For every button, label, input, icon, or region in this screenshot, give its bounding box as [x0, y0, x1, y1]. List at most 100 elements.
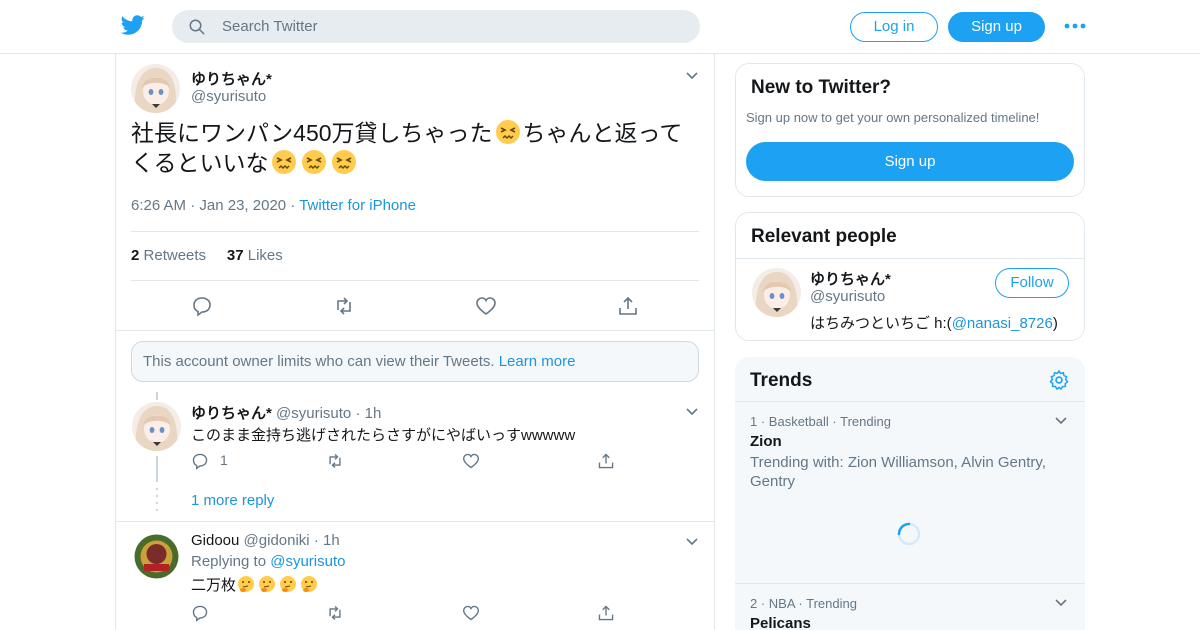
chevron-down-icon[interactable] [684, 68, 700, 84]
trends-card: Trends 1 · Basketball · Trending Zion Tr… [735, 357, 1085, 630]
tweet-text: 社長にワンパン450万貸しちゃった ちゃんと返ってくるといいな [131, 118, 701, 178]
reply-time[interactable]: 1h [365, 405, 382, 422]
twitter-bird-icon[interactable] [120, 13, 146, 37]
avatar[interactable] [132, 402, 181, 451]
persevering-face-emoji-icon [301, 150, 326, 174]
trend-name[interactable]: Pelicans [750, 615, 811, 630]
divider [131, 231, 699, 232]
persevering-face-emoji-icon [271, 150, 296, 174]
follow-button[interactable]: Follow [995, 268, 1069, 298]
divider [736, 258, 1084, 259]
meta-separator: · [313, 532, 319, 549]
bio-mention-link[interactable]: @nanasi_8726 [952, 315, 1053, 332]
replying-to-handle[interactable]: @syurisuto [270, 553, 345, 570]
trend-meta: 1 · Basketball · Trending [750, 414, 891, 429]
chevron-down-icon[interactable] [684, 534, 700, 550]
retweet-icon[interactable] [326, 452, 344, 470]
main-timeline: ゆりちゃん* @syurisuto 社長にワンパン450万貸しちゃった ちゃんと返… [115, 54, 715, 630]
avatar[interactable] [131, 64, 180, 113]
meta-separator: · [355, 405, 361, 422]
tweet-meta: 6:26 AM · Jan 23, 2020 · Twitter for iPh… [131, 197, 416, 214]
reply-icon[interactable] [191, 295, 213, 317]
person-name[interactable]: ゆりちゃん* [810, 271, 891, 288]
laurel-crest-avatar-icon [132, 532, 181, 581]
sign-up-button[interactable]: Sign up [948, 12, 1045, 42]
search-box[interactable] [172, 10, 700, 43]
reply-actions [116, 604, 714, 626]
top-bar: Log in Sign up [0, 0, 1200, 54]
thread-dots [155, 487, 159, 512]
trend-meta: 2 · NBA · Trending [750, 596, 857, 611]
person-handle[interactable]: @syurisuto [810, 288, 885, 305]
anime-girl-avatar-icon [131, 64, 180, 113]
author-name[interactable]: ゆりちゃん* [191, 71, 272, 88]
replying-to-label: Replying to [191, 553, 267, 570]
tweet-actions [116, 295, 714, 317]
reply-author-name[interactable]: ゆりちゃん* [191, 405, 272, 422]
divider [735, 401, 1085, 402]
reply-author-handle[interactable]: @syurisuto [276, 405, 351, 422]
reply-count: 1 [220, 452, 228, 468]
avatar[interactable] [752, 268, 801, 317]
trend-trending-with: Trending with: Zion Williamson, Alvin Ge… [750, 454, 1046, 490]
more-dots-icon[interactable] [1063, 16, 1087, 36]
tweet-text-part1: 社長にワンパン450万貸しちゃった [131, 120, 493, 146]
reply-author-handle[interactable]: @gidoniki [244, 532, 310, 549]
divider [116, 521, 714, 522]
chevron-down-icon[interactable] [684, 404, 700, 420]
reply-time[interactable]: 1h [323, 532, 340, 549]
like-icon[interactable] [462, 604, 480, 622]
thinking-face-emoji-icon [280, 576, 297, 592]
tweet-time[interactable]: 6:26 AM [131, 197, 186, 214]
divider [116, 330, 714, 331]
reply-icon[interactable] [191, 452, 209, 470]
share-icon[interactable] [597, 604, 615, 622]
card-subtitle: Sign up now to get your own personalized… [746, 110, 1040, 125]
card-title: Relevant people [751, 226, 897, 247]
thinking-face-emoji-icon [238, 576, 255, 592]
search-input[interactable] [222, 10, 682, 43]
reply-text: 二万枚 [191, 574, 318, 595]
reply-icon[interactable] [191, 604, 209, 622]
like-icon[interactable] [475, 295, 497, 317]
card-title: Trends [750, 370, 813, 391]
tweet-stats: 2 Retweets 37 Likes [131, 247, 283, 264]
share-icon[interactable] [617, 295, 639, 317]
sign-up-button[interactable]: Sign up [746, 142, 1074, 181]
persevering-face-emoji-icon [331, 150, 356, 174]
thinking-face-emoji-icon [301, 576, 318, 592]
meta-separator: · [290, 197, 300, 214]
persevering-face-emoji-icon [495, 120, 520, 144]
retweet-icon[interactable] [326, 604, 344, 622]
tweet-source-link[interactable]: Twitter for iPhone [299, 197, 416, 214]
share-icon[interactable] [597, 452, 615, 470]
reply-header: Gidoou @gidoniki · 1h [191, 532, 340, 549]
like-icon[interactable] [462, 452, 480, 470]
chevron-down-icon[interactable] [1053, 413, 1069, 429]
reply-author-name[interactable]: Gidoou [191, 532, 239, 549]
replying-to: Replying to @syurisuto [191, 553, 345, 570]
retweets-stat[interactable]: 2 Retweets [131, 247, 206, 264]
reply-text: このまま金持ち逃げされたらさすがにやばいっすwwwww [191, 427, 576, 444]
log-in-button[interactable]: Log in [850, 12, 938, 42]
divider [131, 280, 699, 281]
retweet-icon[interactable] [333, 295, 355, 317]
trend-name[interactable]: Zion [750, 433, 782, 450]
meta-separator: · [190, 197, 200, 214]
reply-actions: 1 [116, 452, 714, 474]
anime-girl-avatar-icon [752, 268, 801, 317]
author-handle[interactable]: @syurisuto [191, 88, 266, 105]
more-replies-link[interactable]: 1 more reply [191, 492, 274, 509]
tweet-date[interactable]: Jan 23, 2020 [199, 197, 286, 214]
settings-gear-icon[interactable] [1048, 369, 1070, 391]
learn-more-link[interactable]: Learn more [499, 353, 576, 370]
search-icon [189, 19, 205, 35]
avatar[interactable] [132, 532, 181, 581]
thread-line [156, 392, 158, 400]
person-bio: はちみつといちご h:(@nanasi_8726) [810, 315, 1058, 332]
relevant-people-card: Relevant people ゆりちゃん* @syurisuto Follow… [735, 212, 1085, 341]
chevron-down-icon[interactable] [1053, 595, 1069, 611]
protected-account-notice: This account owner limits who can view t… [131, 341, 699, 382]
divider [735, 583, 1085, 584]
likes-stat[interactable]: 37 Likes [227, 247, 283, 264]
